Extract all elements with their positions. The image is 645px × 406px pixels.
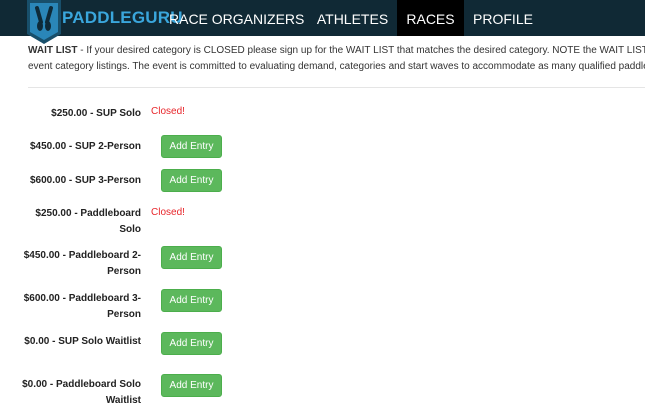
top-navbar: PADDLEGURU RACE ORGANIZERS ATHLETES RACE…: [0, 0, 645, 44]
waitlist-notice: WAIT LIST - If your desired category is …: [28, 43, 645, 75]
entry-name: $0.00 - SUP Solo Waitlist: [24, 336, 141, 347]
add-entry-button[interactable]: Add Entry: [161, 332, 222, 355]
entry-name: $250.00 - Paddleboard Solo: [35, 208, 141, 235]
main-content: WAIT LIST - If your desired category is …: [0, 36, 645, 406]
entry-name: $450.00 - Paddleboard 2-Person: [23, 250, 141, 277]
waitlist-text-2: event category listings. The event is co…: [28, 61, 645, 72]
entry-name: $0.00 - Paddleboard Solo Waitlist: [22, 379, 141, 406]
entry-name: $600.00 - Paddleboard 3-Person: [23, 293, 141, 320]
add-entry-button[interactable]: Add Entry: [161, 135, 222, 158]
waitlist-heading: WAIT LIST: [28, 45, 78, 56]
add-entry-button[interactable]: Add Entry: [161, 169, 222, 192]
nav-race-organizers[interactable]: RACE ORGANIZERS: [169, 0, 304, 36]
entry-name: $250.00 - SUP Solo: [51, 108, 141, 119]
closed-status: Closed!: [151, 106, 185, 117]
waitlist-text-1: - If your desired category is CLOSED ple…: [77, 45, 645, 56]
add-entry-button[interactable]: Add Entry: [161, 374, 222, 397]
section-divider: [28, 87, 645, 88]
brand-logo-text[interactable]: PADDLEGURU: [62, 0, 183, 36]
add-entry-button[interactable]: Add Entry: [161, 246, 222, 269]
add-entry-button[interactable]: Add Entry: [161, 289, 222, 312]
nav-athletes[interactable]: ATHLETES: [309, 0, 396, 36]
nav-profile[interactable]: PROFILE: [468, 0, 538, 36]
waitlist-line-1: WAIT LIST - If your desired category is …: [28, 43, 645, 59]
entry-name: $450.00 - SUP 2-Person: [30, 141, 141, 152]
nav-races[interactable]: RACES: [397, 0, 464, 36]
closed-status: Closed!: [151, 207, 185, 218]
entry-name: $600.00 - SUP 3-Person: [30, 175, 141, 186]
